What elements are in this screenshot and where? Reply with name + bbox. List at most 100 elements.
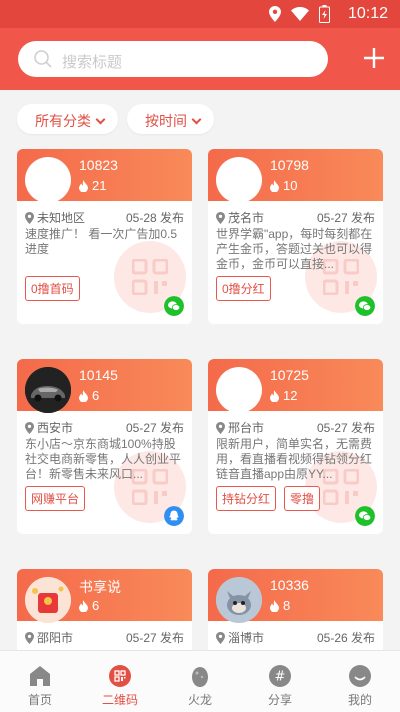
heat-value: 8 [283, 598, 291, 613]
post-id: 10823 [79, 157, 118, 173]
tab-me[interactable]: 我的 [320, 651, 400, 712]
heat-count: 6 [79, 598, 99, 613]
post-date: 05-27 发布 [316, 421, 375, 435]
heat-value: 6 [92, 388, 100, 403]
qq-icon[interactable] [164, 506, 184, 526]
post-date: 05-27 发布 [316, 211, 375, 225]
svg-text:#: # [275, 670, 286, 685]
post-id: 10145 [79, 367, 118, 383]
red-envelope-avatar-image [25, 577, 71, 623]
location-pin-icon [25, 421, 34, 434]
location-label: 茂名市 [228, 211, 265, 225]
wifi-icon [291, 7, 309, 21]
egg-icon [192, 667, 208, 687]
post-id: 书享说 [79, 579, 121, 595]
wechat-icon[interactable] [164, 296, 184, 316]
heat-count: 8 [270, 598, 290, 613]
heat-count: 21 [79, 178, 106, 193]
location-label: 邵阳市 [37, 631, 74, 645]
tab-qrcode-label: 二维码 [101, 693, 138, 707]
post-description: 世界学霸"app，每时每刻都在产生金币，答题过关也可以得金币，金币可以直接... [216, 227, 373, 271]
tab-share[interactable]: # 分享 [240, 651, 320, 712]
tag[interactable]: 零撸 [284, 486, 321, 511]
tab-home-label: 首页 [27, 693, 52, 707]
status-icons [269, 5, 330, 23]
heat-count: 12 [270, 388, 297, 403]
fire-icon [79, 179, 88, 192]
fire-icon [79, 389, 88, 402]
fire-icon [270, 599, 279, 612]
post-id: 10725 [270, 367, 309, 383]
avatar [216, 367, 262, 413]
tag[interactable]: 持钻分红 [216, 486, 277, 511]
tag-list: 0撸分红 [216, 276, 271, 301]
location-icon [269, 6, 281, 22]
post-description: 速度推广！ 看一次广告加0.5进度 [25, 227, 178, 256]
location: 茂名市 [216, 209, 264, 226]
heat-value: 6 [92, 598, 100, 613]
post-card[interactable]: 10823 21 未知地区 05-28 发布 速度推广！ 看一次广告加0.5进度… [17, 149, 192, 324]
heat-count: 6 [79, 388, 99, 403]
location: 未知地区 [25, 209, 85, 226]
bottom-nav: 首页 二维码 火龙 # 分享 我的 [0, 650, 400, 712]
post-date: 05-27 发布 [125, 631, 184, 645]
tag[interactable]: 网赚平台 [25, 486, 86, 511]
post-description: 东小店～京东商城100%持股社交电商新零售，人人创业平台！新零售未来风口... [25, 437, 182, 481]
tag[interactable]: 0撸首码 [25, 276, 80, 301]
search-placeholder: 搜索标题 [62, 54, 123, 71]
location-label: 西安市 [37, 421, 74, 435]
qrcode-icon [109, 665, 131, 687]
category-filter[interactable]: 所有分类 [17, 104, 118, 134]
post-card[interactable]: 10798 10 茂名市 05-27 发布 世界学霸"app，每时每刻都在产生金… [208, 149, 383, 324]
battery-icon [319, 5, 330, 23]
location: 淄博市 [216, 629, 264, 646]
tag-list: 网赚平台 [25, 486, 86, 511]
location: 邵阳市 [25, 629, 73, 646]
fire-icon [270, 179, 279, 192]
wechat-icon[interactable] [355, 296, 375, 316]
tab-home[interactable]: 首页 [0, 651, 80, 712]
post-card[interactable]: 10725 12 邢台市 05-27 发布 限新用户，简单实名，无需费用，看直播… [208, 359, 383, 534]
heat-count: 10 [270, 178, 297, 193]
tag-list: 持钻分红 零撸 [216, 486, 321, 511]
tab-huolong[interactable]: 火龙 [160, 651, 240, 712]
location-label: 未知地区 [37, 211, 86, 225]
avatar [216, 577, 262, 623]
search-input[interactable]: 搜索标题 [18, 41, 328, 77]
location-pin-icon [216, 631, 225, 644]
avatar [25, 157, 71, 203]
avatar [25, 367, 71, 413]
heat-value: 10 [283, 178, 298, 193]
tab-qrcode[interactable]: 二维码 [80, 651, 160, 712]
car-avatar-image [25, 367, 71, 413]
location-pin-icon [25, 631, 34, 644]
sort-filter[interactable]: 按时间 [127, 104, 214, 134]
chevron-down-icon [95, 114, 106, 125]
wechat-icon[interactable] [355, 506, 375, 526]
tag-list: 0撸首码 [25, 276, 80, 301]
avatar [25, 577, 71, 623]
location-pin-icon [216, 421, 225, 434]
location-label: 淄博市 [228, 631, 265, 645]
fire-icon [270, 389, 279, 402]
heat-value: 12 [283, 388, 298, 403]
location: 邢台市 [216, 419, 264, 436]
location-label: 邢台市 [228, 421, 265, 435]
tab-huolong-label: 火龙 [187, 693, 212, 707]
header: 搜索标题 [0, 28, 400, 90]
tag[interactable]: 0撸分红 [216, 276, 271, 301]
post-card[interactable]: 10145 6 西安市 05-27 发布 东小店～京东商城100%持股社交电商新… [17, 359, 192, 534]
status-time: 10:12 [347, 5, 388, 22]
cat-avatar-image [216, 577, 262, 623]
tab-share-label: 分享 [267, 693, 292, 707]
post-id: 10336 [270, 577, 309, 593]
post-id: 10798 [270, 157, 309, 173]
smile-icon [349, 665, 371, 687]
location: 西安市 [25, 419, 73, 436]
post-date: 05-26 发布 [316, 631, 375, 645]
home-icon [30, 666, 50, 686]
hashtag-icon: # [269, 665, 291, 687]
fire-icon [79, 599, 88, 612]
location-pin-icon [25, 211, 34, 224]
add-icon[interactable] [360, 44, 388, 72]
